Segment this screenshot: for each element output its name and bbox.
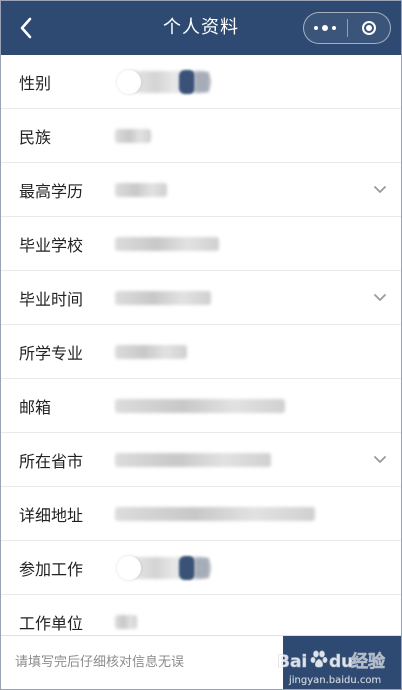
more-button[interactable] (304, 13, 347, 43)
row-school[interactable]: 毕业学校 (1, 217, 401, 271)
row-major[interactable]: 所学专业 (1, 325, 401, 379)
row-education[interactable]: 最高学历 (1, 163, 401, 217)
gender-toggle[interactable] (115, 67, 225, 97)
row-gender: 性别 (1, 55, 401, 109)
more-dots-icon (312, 25, 338, 31)
row-graduation-date[interactable]: 毕业时间 (1, 271, 401, 325)
row-email[interactable]: 邮箱 (1, 379, 401, 433)
row-label: 所学专业 (19, 343, 84, 363)
row-employed: 参加工作 (1, 541, 401, 595)
row-label: 所在省市 (19, 451, 84, 471)
row-label: 民族 (19, 127, 52, 147)
mini-program-capsule (303, 12, 391, 44)
row-label: 详细地址 (19, 505, 84, 525)
employed-toggle[interactable] (115, 553, 225, 583)
back-button[interactable] (11, 13, 41, 43)
education-value[interactable] (115, 181, 175, 199)
chevron-left-icon (20, 17, 32, 39)
close-button[interactable] (348, 13, 391, 43)
graduation-date-value[interactable] (115, 289, 215, 307)
nav-header: 个人资料 (1, 1, 401, 55)
profile-form: 性别 民族 最高学历 毕业学校 毕业时间 所学专业 邮箱 所在省市 详细地址 参… (1, 55, 401, 648)
row-label: 毕业学校 (19, 235, 84, 255)
row-label: 邮箱 (19, 397, 52, 417)
row-province-city[interactable]: 所在省市 (1, 433, 401, 487)
row-label: 参加工作 (19, 559, 84, 579)
employer-value[interactable] (115, 613, 141, 631)
row-address[interactable]: 详细地址 (1, 487, 401, 541)
row-label: 性别 (19, 73, 52, 93)
email-value[interactable] (115, 397, 291, 415)
submit-button[interactable] (283, 636, 401, 689)
row-label: 毕业时间 (19, 289, 84, 309)
province-city-value[interactable] (115, 451, 275, 469)
row-label: 工作单位 (19, 613, 84, 633)
footer-hint: 请填写完后仔细核对信息无误 (15, 655, 185, 670)
ethnicity-value[interactable] (115, 127, 155, 145)
chevron-down-icon[interactable] (373, 185, 387, 195)
target-circle-icon (361, 21, 376, 35)
app-frame: 个人资料 性别 民族 最高学历 毕业学校 毕业时间 所学专业 邮箱 所在省市 详… (0, 0, 402, 690)
chevron-down-icon[interactable] (373, 455, 387, 465)
row-label: 最高学历 (19, 181, 84, 201)
chevron-down-icon[interactable] (373, 293, 387, 303)
school-value[interactable] (115, 235, 225, 253)
major-value[interactable] (115, 343, 191, 361)
address-value[interactable] (115, 505, 319, 523)
row-ethnicity[interactable]: 民族 (1, 109, 401, 163)
footer-bar: 请填写完后仔细核对信息无误 (1, 635, 401, 689)
